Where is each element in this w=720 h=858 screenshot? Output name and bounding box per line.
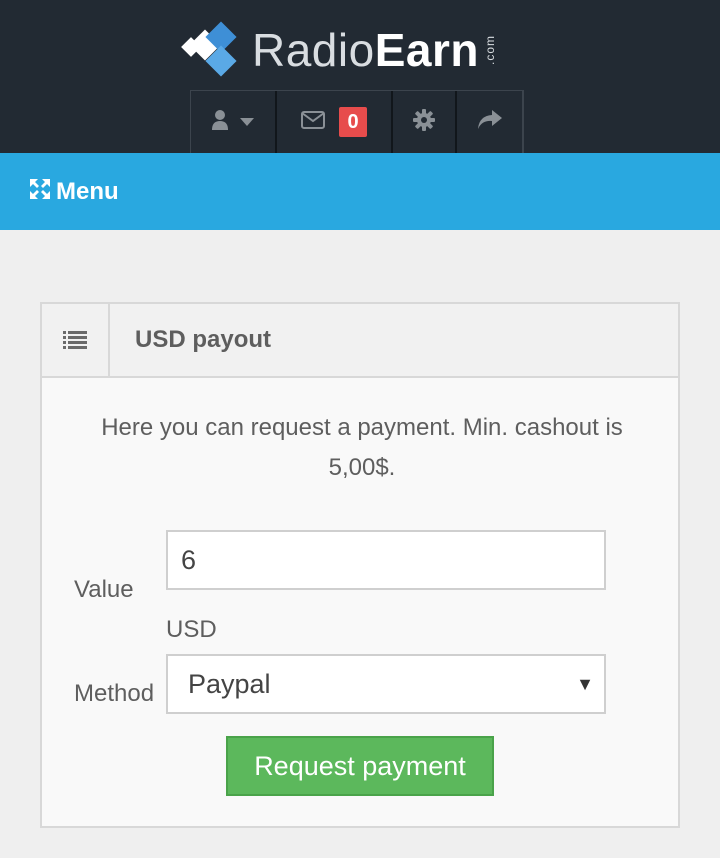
list-icon [42, 304, 110, 376]
caret-down-icon: ▼ [576, 674, 594, 694]
value-input[interactable] [166, 530, 606, 590]
method-select[interactable]: Paypal ▼ [166, 654, 606, 714]
user-icon [212, 109, 234, 136]
chevron-down-icon [240, 113, 254, 131]
share-icon [477, 109, 502, 135]
envelope-icon [301, 110, 325, 134]
user-menu-button[interactable] [191, 91, 277, 153]
payout-instructions: Here you can request a payment. Min. cas… [101, 414, 623, 481]
logo-bold: Earn [374, 24, 479, 76]
gear-icon [413, 108, 435, 136]
logo-prefix: Radio [252, 24, 375, 76]
method-label: Method [74, 680, 155, 707]
currency-label: USD [166, 616, 217, 643]
value-label: Value [74, 576, 134, 603]
settings-button[interactable] [393, 91, 457, 153]
panel-title: USD payout [135, 326, 272, 353]
menu-bar[interactable]: Menu [0, 153, 720, 230]
panel-header: USD payout [42, 304, 678, 378]
site-logo[interactable]: RadioEarn .com [180, 18, 497, 82]
message-count-badge: 0 [339, 107, 367, 137]
share-button[interactable] [457, 91, 523, 153]
usd-payout-panel: USD payout Here you can request a paymen… [40, 302, 680, 828]
messages-button[interactable]: 0 [277, 91, 393, 153]
logo-suffix: .com [482, 35, 497, 66]
top-bar: RadioEarn .com 0 [0, 0, 720, 153]
logo-text: RadioEarn [252, 27, 479, 73]
method-selected-value: Paypal [188, 668, 271, 699]
user-toolbar: 0 [190, 90, 524, 153]
logo-mark-icon [180, 18, 244, 82]
request-payment-button[interactable]: Request payment [226, 736, 494, 796]
expand-icon [30, 179, 50, 204]
menu-label: Menu [56, 177, 119, 205]
